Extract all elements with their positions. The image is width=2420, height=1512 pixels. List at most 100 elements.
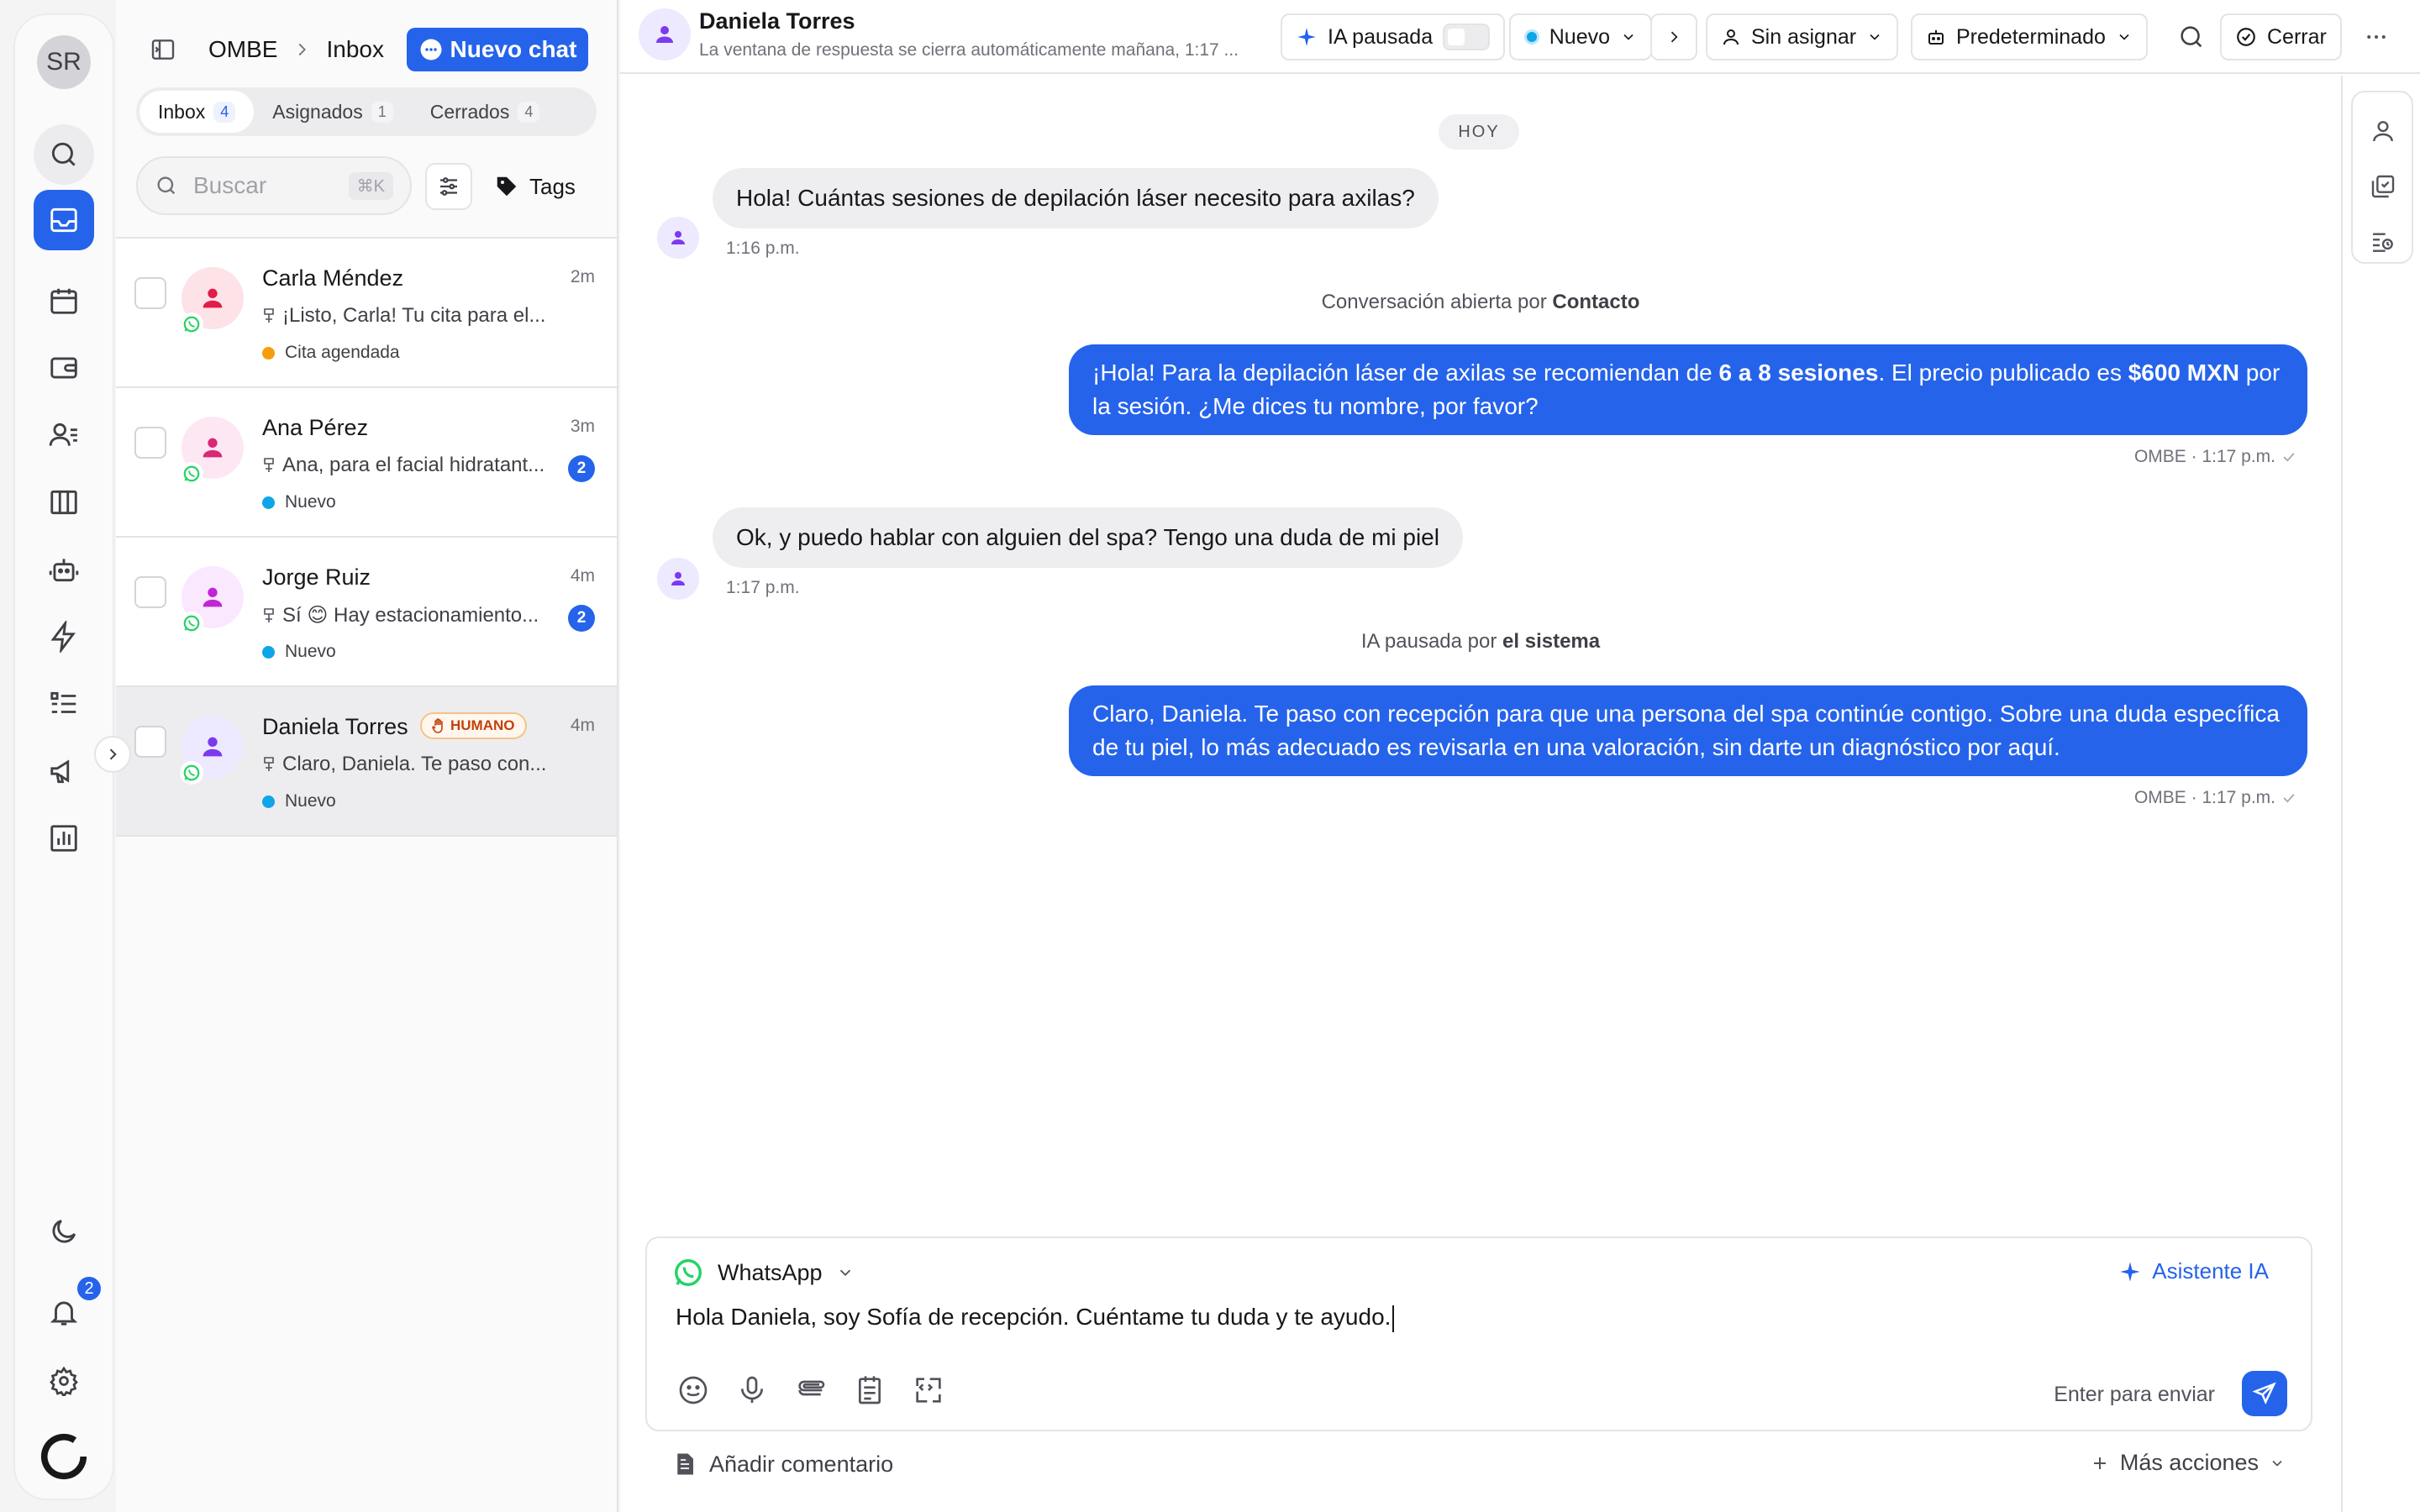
robot-icon (1926, 27, 1946, 47)
message-preview: Sí 😊 Hay estacionamiento... (262, 603, 550, 627)
conversation-item[interactable]: Carla Méndez 2m ¡Listo, Carla! Tu cita p… (116, 239, 617, 388)
new-chat-button[interactable]: Nuevo chat (407, 28, 588, 71)
outgoing-message[interactable]: Claro, Daniela. Te paso con recepción pa… (1069, 685, 2307, 776)
system-event-text: IA pausada por (1360, 630, 1503, 653)
inbox-dropdown[interactable]: Predeterminado (1911, 13, 2148, 60)
conversation-list-panel: OMBE Inbox Nuevo chat Inbox 4 Asignados … (116, 0, 618, 1512)
send-button[interactable] (2242, 1371, 2287, 1416)
channel-selector[interactable]: WhatsApp (672, 1253, 855, 1292)
contact-info-icon[interactable] (2368, 116, 2398, 146)
calendar-icon[interactable] (34, 270, 94, 331)
select-checkbox[interactable] (134, 277, 166, 309)
wallet-icon[interactable] (34, 338, 94, 398)
search-icon[interactable] (34, 124, 94, 185)
history-icon[interactable] (2368, 227, 2398, 257)
ai-assistant-button[interactable]: Asistente IA (2118, 1258, 2269, 1284)
breadcrumb-workspace[interactable]: OMBE (208, 36, 277, 63)
add-comment-button[interactable]: Añadir comentario (672, 1450, 893, 1478)
last-activity-time: 2m (570, 267, 595, 286)
tab-asignados[interactable]: Asignados 1 (254, 91, 411, 133)
user-avatar[interactable]: SR (37, 35, 91, 89)
moon-icon[interactable] (34, 1201, 94, 1262)
inbox-icon[interactable] (34, 190, 94, 250)
message-text-bold: 6 a 8 sesiones (1718, 360, 1879, 386)
status-label: Nuevo (285, 642, 336, 661)
emoji-icon[interactable] (676, 1373, 711, 1408)
tab-label: Cerrados (429, 100, 510, 123)
send-hint: Enter para enviar (2054, 1383, 2215, 1406)
new-chat-label: Nuevo chat (450, 36, 577, 62)
code-snippet-icon[interactable] (911, 1373, 946, 1408)
next-status-button[interactable] (1650, 13, 1697, 60)
copy-notes-icon[interactable] (2368, 171, 2398, 202)
chevron-right-icon (292, 40, 311, 59)
message-meta-text: OMBE · 1:17 p.m. (2133, 788, 2275, 807)
ai-toggle-switch[interactable] (1443, 24, 1491, 50)
filter-button[interactable] (425, 163, 472, 210)
message-preview-text: Ana, para el facial hidratant... (282, 454, 545, 476)
incoming-message[interactable]: Ok, y puedo hablar con alguien del spa? … (713, 507, 1463, 568)
list-icon[interactable] (34, 674, 94, 734)
assignee-dropdown[interactable]: Sin asignar (1706, 13, 1899, 60)
bolt-icon[interactable] (34, 606, 94, 667)
megaphone-icon[interactable] (34, 741, 94, 801)
day-separator: HOY (1439, 114, 1519, 150)
contacts-icon[interactable] (34, 405, 94, 465)
sparkle-icon (1296, 26, 1318, 48)
gear-icon[interactable] (34, 1351, 94, 1411)
contact-name[interactable]: Daniela Torres (699, 8, 855, 34)
bot-icon[interactable] (34, 539, 94, 600)
microphone-icon[interactable] (734, 1373, 770, 1408)
select-checkbox[interactable] (134, 427, 166, 459)
select-checkbox[interactable] (134, 576, 166, 608)
status-dot (262, 795, 275, 808)
sidebar-toggle-icon[interactable] (150, 36, 176, 63)
human-handoff-badge: HUMANO (420, 712, 527, 739)
status-dot (262, 346, 275, 360)
conversation-item-selected[interactable]: Daniela Torres HUMANO 4m Claro, Daniela.… (116, 687, 617, 837)
conversation-item[interactable]: Ana Pérez 3m Ana, para el facial hidrata… (116, 388, 617, 538)
check-icon (2281, 790, 2297, 806)
unread-count-badge: 2 (568, 455, 595, 482)
status-dot (262, 496, 275, 509)
message-text-bold: $600 MXN (2128, 360, 2240, 386)
more-actions-button[interactable]: Más acciones (2090, 1450, 2286, 1476)
text-caret (1392, 1305, 1395, 1332)
message-preview: ¡Listo, Carla! Tu cita para el... (262, 304, 550, 328)
message-preview-text: Sí 😊 Hay estacionamiento... (282, 604, 539, 627)
outgoing-message[interactable]: ¡Hola! Para la depilación láser de axila… (1069, 344, 2307, 435)
chart-icon[interactable] (34, 808, 94, 869)
board-icon[interactable] (34, 472, 94, 533)
whatsapp-icon (180, 312, 203, 336)
status-dropdown[interactable]: Nuevo (1509, 13, 1652, 60)
status-badge: Cita agendada (262, 343, 400, 363)
search-icon[interactable] (2171, 17, 2212, 57)
tab-inbox[interactable]: Inbox 4 (139, 91, 255, 133)
more-options-icon[interactable] (2356, 17, 2396, 57)
expand-sidebar-button[interactable] (94, 736, 131, 773)
tab-cerrados[interactable]: Cerrados 4 (412, 91, 559, 133)
message-text: . El precio publicado es (1878, 360, 2128, 386)
contact-avatar[interactable] (639, 8, 691, 60)
ai-toggle[interactable]: IA pausada (1281, 13, 1506, 60)
status-label: Nuevo (1549, 24, 1610, 49)
chevron-down-icon (1866, 29, 1883, 45)
message-thread: HOY Hola! Cuántas sesiones de depilación… (620, 76, 2341, 1210)
breadcrumb-current: Inbox (326, 36, 384, 62)
select-checkbox[interactable] (134, 726, 166, 758)
last-activity-time: 3m (570, 417, 595, 436)
chevron-down-icon (2116, 29, 2133, 45)
conversation-item[interactable]: Jorge Ruiz 4m Sí 😊 Hay estacionamiento..… (116, 538, 617, 687)
template-icon[interactable] (852, 1373, 887, 1408)
notification-count-badge: 2 (76, 1275, 103, 1302)
search-input[interactable]: Buscar ⌘K (136, 156, 412, 215)
search-icon (155, 174, 178, 197)
incoming-message[interactable]: Hola! Cuántas sesiones de depilación lás… (713, 168, 1439, 228)
message-input[interactable]: Hola Daniela, soy Sofía de recepción. Cu… (676, 1304, 2255, 1332)
close-conversation-button[interactable]: Cerrar (2220, 13, 2342, 60)
message-text: ¡Hola! Para la depilación láser de axila… (1092, 360, 1719, 386)
attachment-icon[interactable] (793, 1373, 829, 1408)
tags-button[interactable]: Tags (494, 168, 576, 205)
contact-avatar (657, 558, 699, 600)
tag-icon (494, 174, 519, 199)
